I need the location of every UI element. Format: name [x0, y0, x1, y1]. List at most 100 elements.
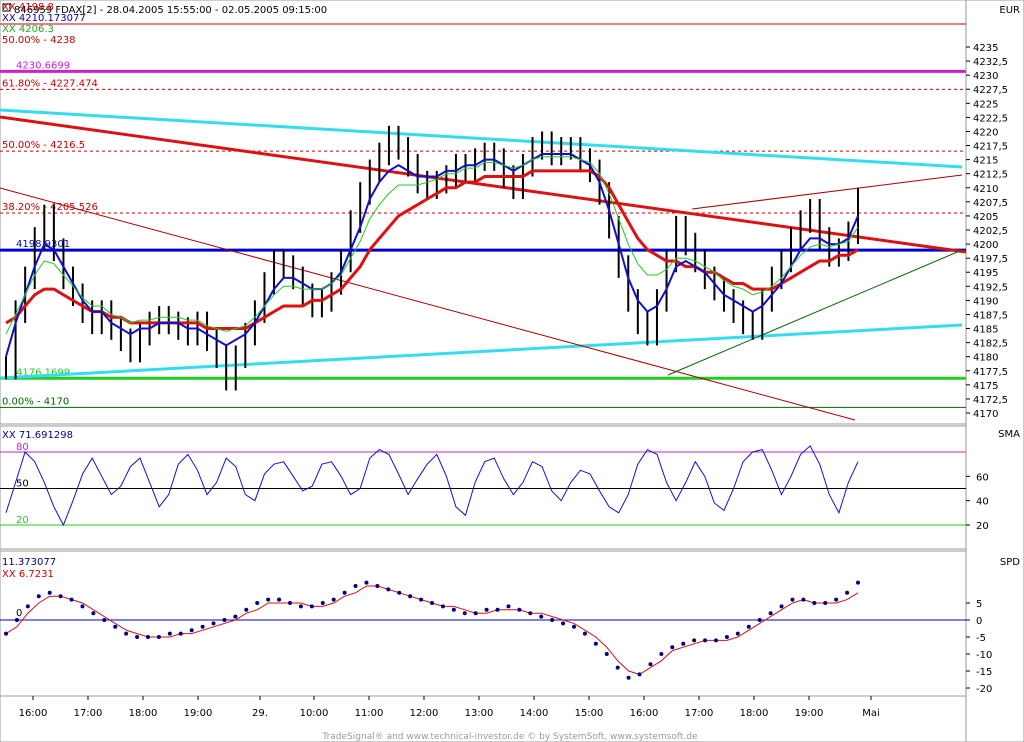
spd-dot — [779, 604, 784, 609]
footer-credit: TradeSignal® and www.technical-investor.… — [321, 732, 698, 742]
spd-dot — [746, 624, 751, 629]
spd-dot — [462, 611, 467, 616]
y-tick-label: 4215 — [973, 156, 998, 167]
x-tick-label: 13:00 — [465, 708, 494, 719]
y-tick-label: 4227,5 — [973, 85, 1008, 96]
spd-dot — [178, 631, 183, 636]
spd-dot — [211, 621, 216, 626]
y-tick-label: 4172,5 — [973, 395, 1008, 406]
oscillator-level-label: 20 — [16, 515, 29, 526]
x-tick-label: 15:00 — [575, 708, 604, 719]
price-panel — [0, 0, 967, 425]
spd-dot — [135, 635, 140, 639]
spd-dot — [200, 624, 205, 629]
spd-dot — [364, 580, 369, 585]
spd-dot — [550, 618, 555, 622]
spd-dot — [233, 614, 238, 619]
sma-panel-label: SMA — [998, 429, 1020, 440]
x-tick-label: 12:00 — [410, 708, 439, 719]
spd-dot — [757, 618, 762, 622]
y-tick-label: 4200 — [973, 240, 998, 251]
spd-dot — [528, 611, 533, 616]
spd-dot — [80, 604, 85, 609]
spd-dot — [14, 618, 19, 622]
y-tick-label: 4225 — [973, 99, 998, 110]
spd-dot — [266, 597, 271, 602]
spd-dot — [440, 604, 445, 609]
x-tick-label: 18:00 — [129, 708, 158, 719]
spd-dot — [823, 601, 828, 605]
y-tick-label: 4197,5 — [973, 254, 1008, 265]
price-legend-entry: XX 4210.173077 — [2, 13, 86, 24]
spd-dot — [222, 618, 227, 622]
spd-dot — [25, 604, 30, 609]
spd-panel — [0, 550, 967, 697]
y-tick-label: 40 — [976, 497, 989, 508]
spd-dot — [604, 652, 609, 656]
y-tick-label: 4220 — [973, 127, 998, 138]
spd-dot — [582, 631, 587, 636]
spd-dot — [277, 597, 282, 602]
spd-dot — [484, 607, 489, 612]
y-tick-label: 4230 — [973, 71, 998, 82]
spd-dot — [331, 597, 336, 602]
price-level-label: 61.80% - 4227.474 — [2, 78, 98, 89]
spd-dot — [561, 621, 566, 626]
y-tick-label: -15 — [976, 667, 992, 678]
y-tick-label: 4170 — [973, 409, 998, 420]
spd-dot — [47, 590, 52, 595]
spd-dot — [845, 590, 850, 595]
y-tick-label: 5 — [976, 599, 982, 610]
y-tick-label: 20 — [976, 521, 989, 532]
spd-dot — [506, 604, 511, 609]
spd-dot — [244, 607, 249, 612]
y-tick-label: -10 — [976, 650, 992, 661]
spd-dot — [69, 597, 74, 602]
spd-dot — [375, 584, 380, 588]
spd-dot — [681, 641, 686, 646]
y-tick-label: 4190 — [973, 296, 998, 307]
x-tick-label: 14:00 — [520, 708, 549, 719]
spd-dot — [167, 631, 172, 636]
price-level-label: 38.20% - 4205.526 — [2, 202, 98, 213]
x-tick-label: 17:00 — [685, 708, 714, 719]
spd-dot — [801, 597, 806, 602]
spd-dot — [495, 607, 500, 612]
spd-dot — [670, 645, 675, 650]
spd-dot — [572, 624, 576, 629]
spd-dot — [189, 628, 194, 633]
spd-dot — [408, 594, 413, 599]
spd-dot — [386, 587, 391, 592]
spd-dot — [353, 584, 358, 588]
x-tick-label: 29. — [252, 708, 268, 719]
spd-dot — [4, 631, 8, 636]
spd-dot — [692, 638, 697, 643]
x-tick-label: 10:00 — [300, 708, 329, 719]
x-tick-label: 16:00 — [630, 708, 659, 719]
x-tick-label: 19:00 — [795, 708, 824, 719]
zero-label: 0 — [16, 608, 22, 619]
x-tick-label: 18:00 — [740, 708, 769, 719]
spd-dot — [637, 672, 642, 677]
y-tick-label: 4222,5 — [973, 113, 1008, 124]
spd-dot — [342, 590, 347, 595]
price-level-label: 50.00% - 4216.5 — [2, 140, 85, 151]
spd-dot — [473, 611, 478, 616]
spd-dot — [517, 607, 522, 612]
spd-dot — [834, 597, 839, 602]
spd-dot — [593, 641, 598, 646]
spd-dot — [156, 635, 161, 639]
spd-dot — [626, 675, 631, 680]
y-tick-label: 4210 — [973, 184, 998, 195]
y-tick-label: -20 — [976, 684, 992, 695]
y-tick-label: 4187,5 — [973, 310, 1008, 321]
spd-dot — [146, 635, 150, 639]
x-tick-label: 17:00 — [74, 708, 103, 719]
y-tick-label: 4185 — [973, 325, 998, 336]
oscillator-legend-entry: XX 71.691298 — [2, 430, 73, 441]
y-tick-label: 4235 — [973, 43, 998, 54]
y-tick-label: 4207,5 — [973, 198, 1008, 209]
spd-dot — [790, 597, 795, 602]
y-tick-label: 4192,5 — [973, 282, 1008, 293]
y-tick-label: 4232,5 — [973, 57, 1008, 68]
